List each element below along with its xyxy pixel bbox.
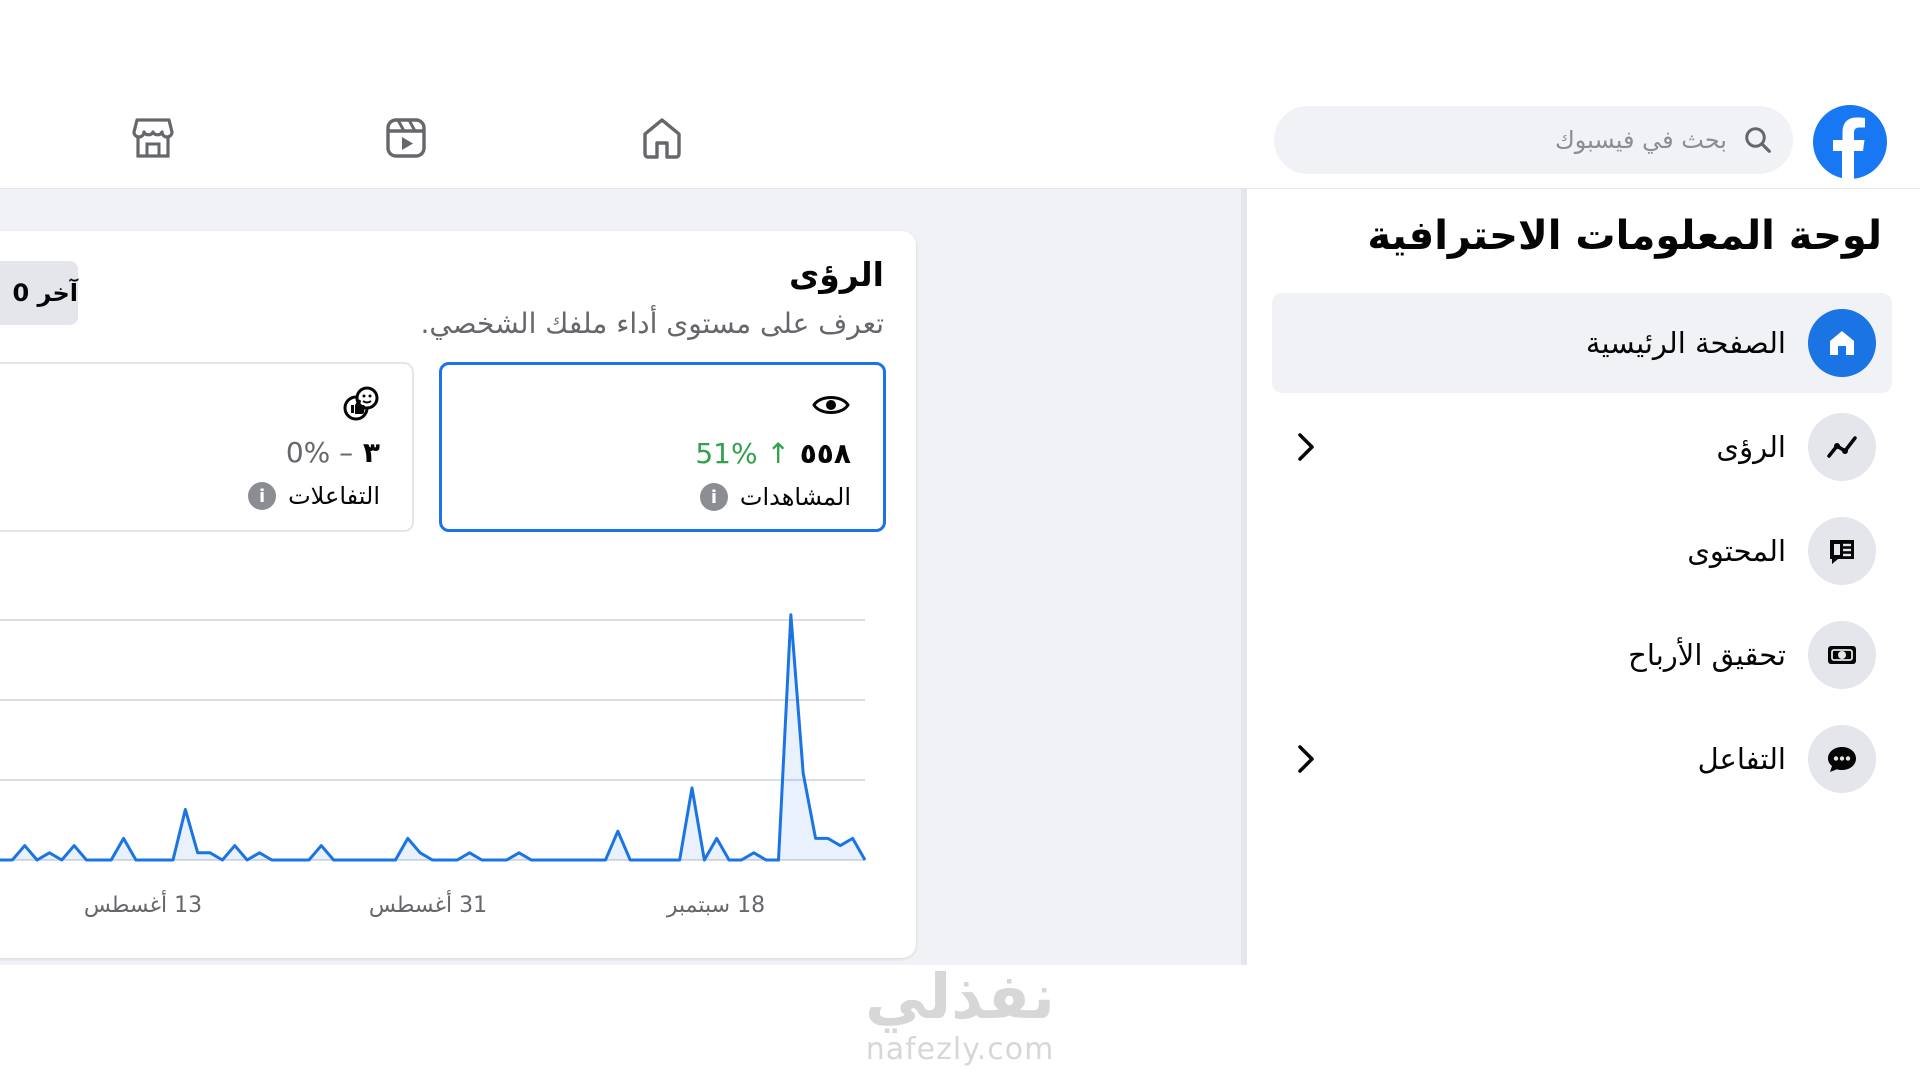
reels-video-nav-icon[interactable] [380, 112, 432, 164]
chevron-right-icon[interactable] [1286, 739, 1326, 779]
eye-icon [812, 396, 850, 414]
marketplace-store-nav-icon[interactable] [127, 112, 179, 164]
facebook-logo-icon[interactable] [1813, 105, 1887, 179]
insights-title: الرؤى [789, 255, 884, 294]
chat-icon [1808, 725, 1876, 793]
views-label-row: المشاهدات i [699, 483, 851, 511]
sidebar-item-insights[interactable]: الرؤى [1272, 397, 1892, 497]
top-navigation-bar [0, 85, 1920, 189]
home-icon [1808, 309, 1876, 377]
sidebar-item-home[interactable]: الصفحة الرئيسية [1272, 293, 1892, 393]
sidebar-item-label: تحقيق الأرباح [1628, 638, 1786, 672]
views-count: ٥٥٨ [799, 437, 851, 470]
views-value: ٥٥٨ ↑ 51% [695, 437, 851, 470]
chevron-right-icon[interactable] [1286, 427, 1326, 467]
views-change: ↑ 51% [695, 437, 790, 470]
money-icon [1808, 621, 1876, 689]
x-tick-label: 18 سبتمبر [666, 893, 765, 918]
date-range-button[interactable]: آخر 0 [0, 261, 78, 325]
sidebar-item-label: التفاعل [1697, 742, 1786, 776]
search-icon [1745, 127, 1771, 153]
sidebar-item-label: الرؤى [1716, 430, 1786, 464]
nafezly-watermark: نفذلي nafezly.com [850, 960, 1070, 1068]
sidebar-item-monetization[interactable]: تحقيق الأرباح [1272, 605, 1892, 705]
home-nav-icon[interactable] [636, 112, 688, 164]
views-series-line [0, 613, 867, 862]
sidebar-item-label: الصفحة الرئيسية [1585, 326, 1786, 360]
views-series-area [0, 614, 865, 860]
sidebar-title: لوحة المعلومات الاحترافية [1367, 213, 1882, 259]
facebook-professional-dashboard: الرؤى تعرف على مستوى أداء ملفك الشخصي. آ… [0, 0, 1920, 1080]
content-icon [1808, 517, 1876, 585]
engagement-change: – 0% [285, 436, 354, 469]
engagement-value: ٣ – 0% [286, 436, 380, 469]
reactions-icon [343, 386, 379, 421]
views-label: المشاهدات [739, 483, 851, 511]
x-tick-label: 13 أغسطس [84, 890, 202, 918]
watermark-latin: nafezly.com [865, 1032, 1055, 1067]
views-line-chart: 13 أغسطس 31 أغسطس 18 سبتمبر [0, 613, 867, 918]
watermark-arabic: نفذلي [865, 960, 1055, 1033]
sidebar-item-content[interactable]: المحتوى [1272, 501, 1892, 601]
info-icon[interactable]: i [248, 482, 277, 510]
info-icon[interactable]: i [699, 483, 728, 511]
engagement-count: ٣ [362, 436, 380, 469]
insights-subtitle: تعرف على مستوى أداء ملفك الشخصي. [420, 307, 884, 340]
search-bar[interactable] [1274, 106, 1793, 174]
sidebar-item-label: المحتوى [1687, 534, 1786, 568]
engagement-label: التفاعلات [288, 482, 380, 510]
search-input[interactable] [1327, 126, 1727, 154]
engagement-metric-card[interactable]: ٣ – 0% التفاعلات i [0, 362, 414, 532]
insights-icon [1808, 413, 1876, 481]
sidebar-item-engagement[interactable]: التفاعل [1272, 709, 1892, 809]
x-tick-label: 31 أغسطس [369, 890, 487, 918]
views-metric-card[interactable]: ٥٥٨ ↑ 51% المشاهدات i [439, 362, 886, 532]
engagement-label-row: التفاعلات i [248, 482, 380, 510]
professional-dashboard-sidebar: لوحة المعلومات الاحترافية الصفحة الرئيسي… [1247, 189, 1920, 965]
